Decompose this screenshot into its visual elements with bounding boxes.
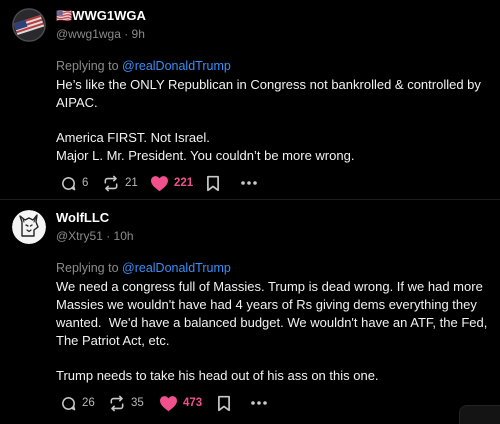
more-icon bbox=[241, 181, 257, 185]
post-paragraph: Trump needs to take his head out of his … bbox=[56, 368, 379, 383]
username[interactable]: WolfLLC bbox=[56, 210, 109, 226]
post-paragraph: America FIRST. Not Israel. Major L. Mr. … bbox=[56, 130, 355, 163]
handle-and-time: @wwg1wga · 9h bbox=[56, 27, 145, 41]
like-count: 473 bbox=[183, 397, 203, 409]
handle[interactable]: @wwg1wga bbox=[56, 27, 121, 41]
post-body: We need a congress full of Massies. Trum… bbox=[56, 278, 496, 385]
more-button[interactable] bbox=[240, 173, 258, 193]
post-paragraph: We need a congress full of Massies. Trum… bbox=[56, 279, 491, 348]
like-button[interactable]: 473 bbox=[159, 393, 202, 413]
reply-prefix: Replying to bbox=[56, 59, 123, 73]
handle-and-time: @Xtry51 · 10h bbox=[56, 229, 134, 243]
post-body: He’s like the ONLY Republican in Congres… bbox=[56, 76, 496, 165]
repost-button[interactable]: 21 bbox=[102, 173, 138, 193]
username[interactable]: 🇺🇸WWG1WGA bbox=[56, 8, 146, 24]
handle[interactable]: @Xtry51 bbox=[56, 229, 103, 243]
separator: · bbox=[120, 27, 132, 41]
bookmark-icon bbox=[218, 395, 230, 411]
like-button[interactable]: 221 bbox=[150, 173, 193, 193]
separator: · bbox=[102, 229, 114, 243]
repost-count: 21 bbox=[125, 177, 138, 189]
repost-count: 35 bbox=[131, 397, 144, 409]
heart-icon bbox=[160, 395, 177, 411]
bookmark-button[interactable] bbox=[217, 393, 231, 413]
comment-icon bbox=[62, 176, 76, 190]
floating-panel-edge[interactable] bbox=[459, 405, 500, 424]
post-paragraph: He’s like the ONLY Republican in Congres… bbox=[56, 77, 481, 110]
mention-link[interactable]: @realDonaldTrump bbox=[122, 261, 231, 275]
repost-button[interactable]: 35 bbox=[108, 393, 144, 413]
bookmark-icon bbox=[207, 175, 219, 191]
like-count: 221 bbox=[174, 177, 194, 189]
comment-icon bbox=[62, 396, 76, 410]
bookmark-button[interactable] bbox=[206, 173, 220, 193]
more-icon bbox=[251, 401, 267, 405]
timestamp[interactable]: 9h bbox=[132, 27, 145, 41]
flag-avatar-icon bbox=[12, 8, 46, 42]
avatar[interactable] bbox=[12, 210, 46, 244]
heart-icon bbox=[151, 175, 168, 191]
avatar[interactable] bbox=[12, 8, 46, 42]
comment-count: 6 bbox=[82, 177, 89, 189]
post: 🇺🇸WWG1WGA @wwg1wga · 9h Replying to @rea… bbox=[0, 0, 500, 200]
reply-prefix: Replying to bbox=[56, 261, 123, 275]
reply-context: Replying to @realDonaldTrump bbox=[56, 260, 231, 276]
reply-context: Replying to @realDonaldTrump bbox=[56, 58, 231, 74]
mention-link[interactable]: @realDonaldTrump bbox=[122, 59, 231, 73]
repost-icon bbox=[104, 175, 118, 191]
more-button[interactable] bbox=[250, 393, 268, 413]
comment-button[interactable]: 26 bbox=[60, 393, 95, 413]
comment-count: 26 bbox=[82, 397, 95, 409]
timestamp[interactable]: 10h bbox=[114, 229, 134, 243]
wolf-avatar-icon bbox=[12, 210, 46, 244]
repost-icon bbox=[110, 395, 124, 411]
post: WolfLLC @Xtry51 · 10h Replying to @realD… bbox=[0, 200, 500, 424]
comment-button[interactable]: 6 bbox=[60, 173, 88, 193]
